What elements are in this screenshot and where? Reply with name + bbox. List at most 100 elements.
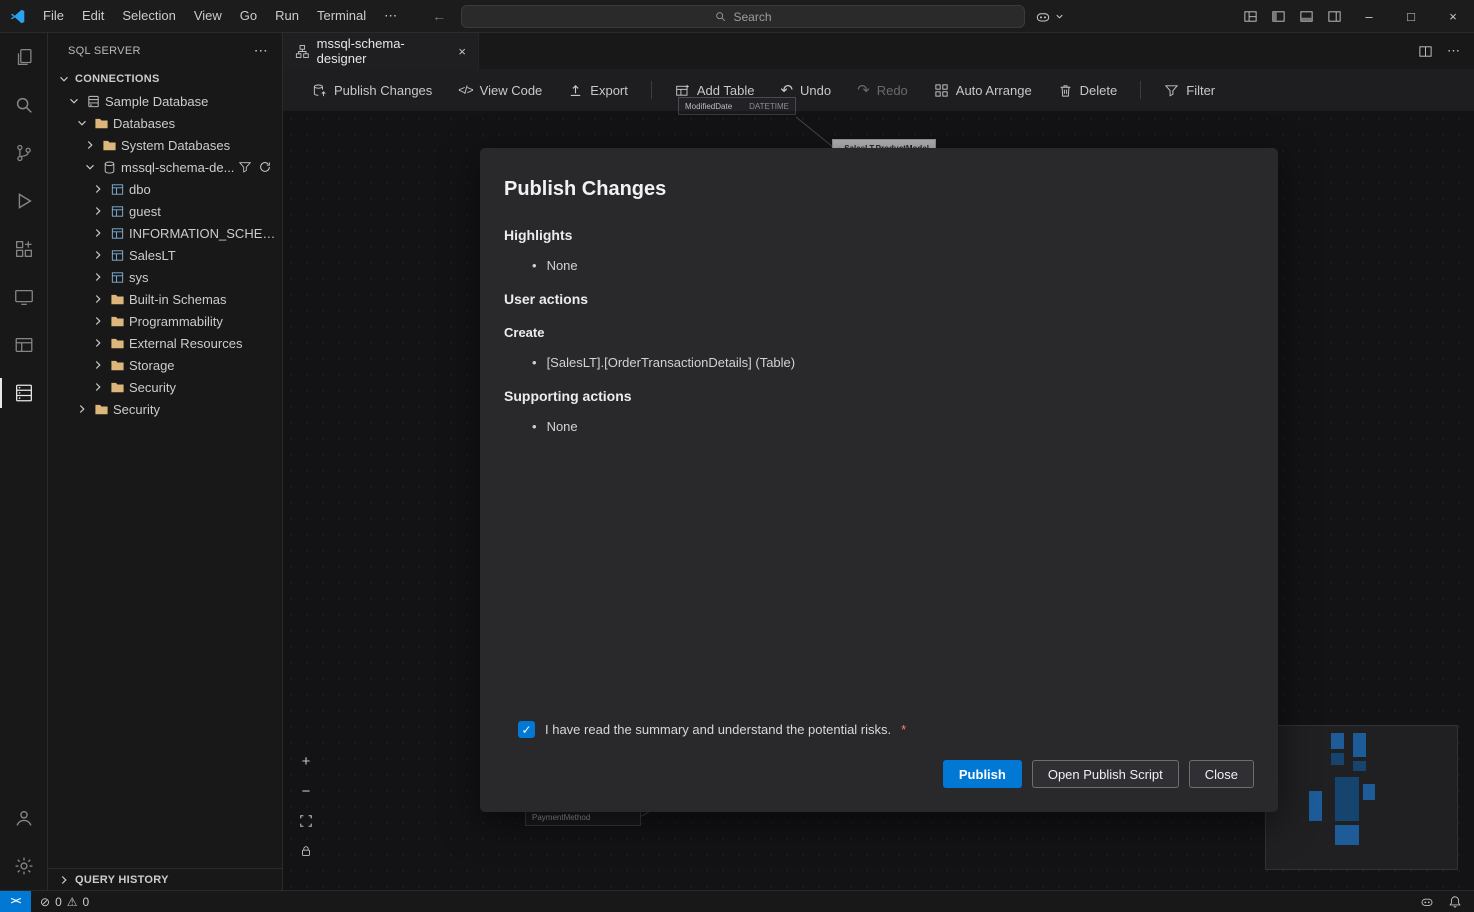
activity-bar — [0, 33, 48, 890]
search-view-icon[interactable] — [0, 81, 48, 129]
settings-gear-icon[interactable] — [0, 842, 48, 890]
problems-status[interactable]: ⊘ 0 ⚠ 0 — [31, 895, 98, 909]
redo-button[interactable]: ↷ Redo — [844, 81, 921, 99]
menu-view[interactable]: View — [185, 0, 231, 33]
menu-run[interactable]: Run — [266, 0, 308, 33]
folder-icon — [101, 137, 118, 153]
menu-edit[interactable]: Edit — [73, 0, 113, 33]
command-center-search[interactable]: Search — [461, 5, 1025, 28]
account-icon[interactable] — [0, 794, 48, 842]
view-code-button[interactable]: </> View Code — [445, 83, 555, 98]
tree-item-saleslt[interactable]: SalesLT — [48, 244, 282, 266]
database-icon — [101, 159, 118, 175]
notifications-bell-icon[interactable] — [1448, 895, 1462, 909]
back-icon[interactable]: ← — [432, 8, 446, 24]
warning-icon: ⚠ — [67, 895, 78, 909]
maximize-button[interactable]: □ — [1390, 0, 1432, 33]
toggle-panel-icon[interactable] — [1292, 0, 1320, 33]
customize-layout-icon[interactable] — [1236, 0, 1264, 33]
tree-item-databases[interactable]: Databases — [48, 112, 282, 134]
query-history-section-header[interactable]: QUERY HISTORY — [48, 868, 282, 890]
search-label: Search — [733, 10, 771, 24]
run-debug-icon[interactable] — [0, 177, 48, 225]
zoom-out-button[interactable]: − — [295, 780, 317, 802]
diagram-minimap[interactable] — [1265, 725, 1458, 870]
chevron-right-icon — [90, 357, 106, 373]
close-dialog-button[interactable]: Close — [1189, 760, 1254, 788]
explorer-icon[interactable] — [0, 33, 48, 81]
close-tab-icon[interactable]: × — [458, 44, 466, 59]
minimize-button[interactable]: – — [1348, 0, 1390, 33]
toggle-secondary-sidebar-icon[interactable] — [1320, 0, 1348, 33]
fit-view-icon[interactable] — [295, 810, 317, 832]
tree-item-guest[interactable]: guest — [48, 200, 282, 222]
sidebar-more-icon[interactable]: ⋯ — [254, 42, 268, 59]
tree-item-programmability[interactable]: Programmability — [48, 310, 282, 332]
menu-file[interactable]: File — [34, 0, 73, 33]
tree-item-sample-database[interactable]: Sample Database — [48, 90, 282, 112]
add-table-button[interactable]: Add Table — [662, 83, 768, 98]
tree-item-built-in-schemas[interactable]: Built-in Schemas — [48, 288, 282, 310]
folder-icon — [93, 115, 110, 131]
tree-item-security-db[interactable]: Security — [48, 376, 282, 398]
vscode-logo-icon — [0, 8, 34, 25]
chevron-right-icon — [90, 181, 106, 197]
export-button[interactable]: Export — [555, 83, 641, 98]
tree-item-external-resources[interactable]: External Resources — [48, 332, 282, 354]
menu-terminal[interactable]: Terminal — [308, 0, 375, 33]
undo-button[interactable]: ↶ Undo — [767, 81, 844, 99]
tree-item-mssql-schema-designer-db[interactable]: mssql-schema-de... — [48, 156, 282, 178]
close-window-button[interactable]: × — [1432, 0, 1474, 33]
chevron-down-icon — [74, 115, 90, 131]
filter-icon[interactable] — [238, 160, 252, 174]
designer-toolbar: Publish Changes </> View Code Export Add… — [283, 69, 1474, 111]
copilot-icon — [1035, 9, 1051, 25]
chevron-right-icon — [90, 379, 106, 395]
copilot-status-icon[interactable] — [1420, 895, 1434, 909]
refresh-icon[interactable] — [258, 160, 272, 174]
menu-go[interactable]: Go — [231, 0, 266, 33]
sidebar-title: SQL SERVER — [68, 45, 141, 57]
zoom-in-button[interactable]: + — [295, 750, 317, 772]
remote-indicator[interactable]: >< — [0, 891, 31, 912]
menu-more-icon[interactable]: ⋯ — [375, 8, 406, 24]
filter-button[interactable]: Filter — [1151, 83, 1228, 98]
menu-selection[interactable]: Selection — [113, 0, 184, 33]
toggle-primary-sidebar-icon[interactable] — [1264, 0, 1292, 33]
lock-icon[interactable] — [295, 840, 317, 862]
source-control-icon[interactable] — [0, 129, 48, 177]
export-icon — [568, 83, 583, 98]
search-icon — [714, 10, 727, 23]
open-publish-script-button[interactable]: Open Publish Script — [1032, 760, 1179, 788]
split-editor-icon[interactable] — [1418, 44, 1433, 59]
chevron-right-icon — [90, 313, 106, 329]
delete-button[interactable]: Delete — [1045, 83, 1131, 98]
tree-item-system-databases[interactable]: System Databases — [48, 134, 282, 156]
tree-item-information-schema[interactable]: INFORMATION_SCHEMA — [48, 222, 282, 244]
publish-changes-button[interactable]: Publish Changes — [299, 83, 445, 98]
tree-item-sys[interactable]: sys — [48, 266, 282, 288]
editor-more-icon[interactable]: ⋯ — [1447, 43, 1460, 59]
extensions-icon[interactable] — [0, 225, 48, 273]
minimap-node — [1331, 753, 1344, 765]
remote-explorer-icon[interactable] — [0, 273, 48, 321]
editor-layout-icon[interactable] — [0, 321, 48, 369]
folder-icon — [109, 357, 126, 373]
schema-icon — [109, 269, 126, 285]
publish-button[interactable]: Publish — [943, 760, 1022, 788]
connections-section-header[interactable]: CONNECTIONS — [48, 68, 282, 90]
folder-icon — [109, 335, 126, 351]
schema-icon — [109, 225, 126, 241]
tab-mssql-schema-designer[interactable]: mssql-schema-designer × — [283, 33, 479, 69]
tree-item-security-server[interactable]: Security — [48, 398, 282, 420]
sql-server-sidebar: SQL SERVER ⋯ CONNECTIONS Sample Database… — [48, 33, 283, 890]
risk-acknowledge-checkbox[interactable]: ✓ — [518, 721, 535, 738]
filter-icon — [1164, 83, 1179, 98]
tree-item-dbo[interactable]: dbo — [48, 178, 282, 200]
copilot-button[interactable] — [1035, 5, 1065, 28]
tree-item-storage[interactable]: Storage — [48, 354, 282, 376]
checkbox-label: I have read the summary and understand t… — [545, 722, 891, 737]
auto-arrange-button[interactable]: Auto Arrange — [921, 83, 1045, 98]
error-icon: ⊘ — [40, 895, 50, 909]
sql-server-view-icon[interactable] — [0, 369, 48, 417]
